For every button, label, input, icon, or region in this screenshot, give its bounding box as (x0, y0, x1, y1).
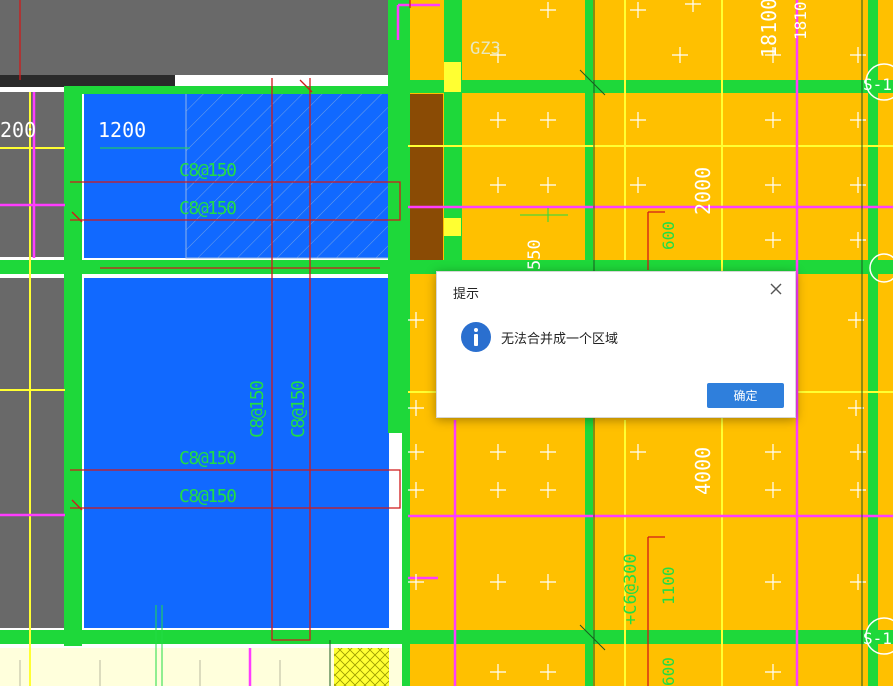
rebar-label-3: C8@150 (179, 448, 237, 469)
rebar-label-vertical-2: C8@150 (288, 380, 309, 438)
dialog-message: 无法合并成一个区域 (501, 332, 619, 347)
dim-text-600-b: 600 (659, 657, 678, 686)
rebar-label-1: C8@150 (179, 160, 237, 181)
dim-text-c6: +C6@300 (621, 553, 641, 625)
dim-text-200: 200 (0, 118, 36, 142)
column-region-left-1 (0, 92, 65, 257)
dim-text-2000: 2000 (691, 167, 715, 215)
dim-text-1200: 1200 (98, 118, 146, 142)
ok-button[interactable]: 确定 (707, 383, 784, 408)
axis-label-s1-bottom: S-1 (863, 629, 892, 648)
message-dialog: 提示 无法合并成一个区域 确定 (436, 271, 796, 418)
dialog-title: 提示 (453, 287, 480, 302)
info-icon (461, 322, 491, 352)
dim-text-600-a: 600 (659, 221, 678, 250)
axis-label-s1-top: S-1 (863, 75, 892, 94)
dim-text-1810: 1810 (791, 1, 810, 40)
dim-text-550: 550 (525, 239, 545, 270)
dim-text-18100: 18100 (757, 0, 781, 58)
dim-text-1100: 1100 (659, 566, 678, 605)
rebar-label-vertical-1: C8@150 (247, 380, 268, 438)
column-region-top (0, 0, 390, 75)
rebar-label-2: C8@150 (179, 198, 237, 219)
column-region-left-2 (0, 278, 65, 628)
rebar-label-4: C8@150 (179, 486, 237, 507)
label-gz3: GZ3 (470, 39, 501, 59)
cross-hatched-column (334, 648, 389, 686)
close-icon[interactable] (767, 280, 785, 298)
dim-text-4000: 4000 (691, 447, 715, 495)
